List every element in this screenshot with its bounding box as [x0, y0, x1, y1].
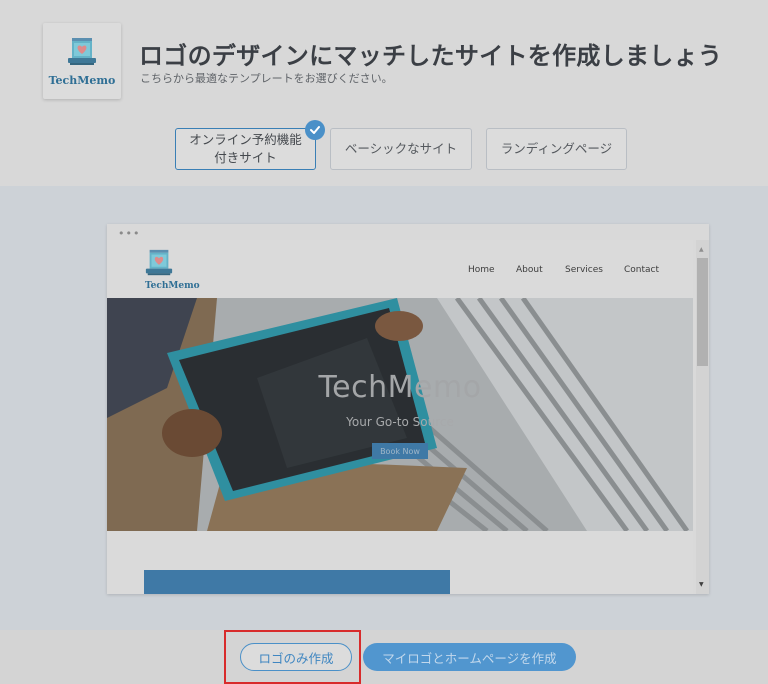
page-subtitle: こちらから最適なテンプレートをお選びください。	[140, 72, 393, 85]
site-preview-viewport[interactable]: TechMemo Home About Services Contact Tec…	[107, 240, 693, 594]
template-button-basic[interactable]: ベーシックなサイト	[330, 128, 472, 170]
checkmark-icon	[305, 120, 325, 140]
site-brand-text: TechMemo	[145, 281, 200, 291]
content-block	[144, 570, 450, 594]
scroll-up-icon[interactable]: ▲	[699, 246, 704, 253]
template-button-booking[interactable]: オンライン予約機能 付きサイト	[175, 128, 316, 170]
nav-home[interactable]: Home	[468, 265, 495, 275]
highlight-box	[224, 630, 361, 684]
template-button-landing[interactable]: ランディングページ	[486, 128, 627, 170]
book-now-button[interactable]: Book Now	[372, 443, 428, 459]
scrollbar-thumb[interactable]	[697, 258, 708, 366]
create-logo-and-site-button[interactable]: マイロゴとホームページを作成	[363, 643, 576, 671]
hero-image: TechMemo Your Go-to Source Book Now	[107, 298, 693, 531]
logo-brand-text: TechMemo	[48, 74, 116, 87]
page-title: ロゴのデザインにマッチしたサイトを作成しましょう	[139, 42, 723, 70]
nav-contact[interactable]: Contact	[624, 265, 659, 275]
laptop-heart-icon	[68, 38, 96, 65]
window-dots: •••	[118, 227, 141, 240]
hero-subtitle: Your Go-to Source	[346, 415, 454, 429]
template-booking-label-line1: オンライン予約機能	[189, 132, 302, 147]
site-header: TechMemo Home About Services Contact	[107, 240, 693, 298]
site-preview-window: ••• TechMemo Home About Services Contact	[107, 224, 709, 594]
template-booking-label-line2: 付きサイト	[214, 150, 277, 165]
site-logo-icon	[145, 249, 173, 276]
hero-title: TechMemo	[318, 370, 482, 405]
scroll-down-icon[interactable]: ▼	[699, 581, 704, 588]
logo-card: TechMemo	[43, 23, 121, 99]
nav-services[interactable]: Services	[565, 265, 603, 275]
nav-about[interactable]: About	[516, 265, 543, 275]
